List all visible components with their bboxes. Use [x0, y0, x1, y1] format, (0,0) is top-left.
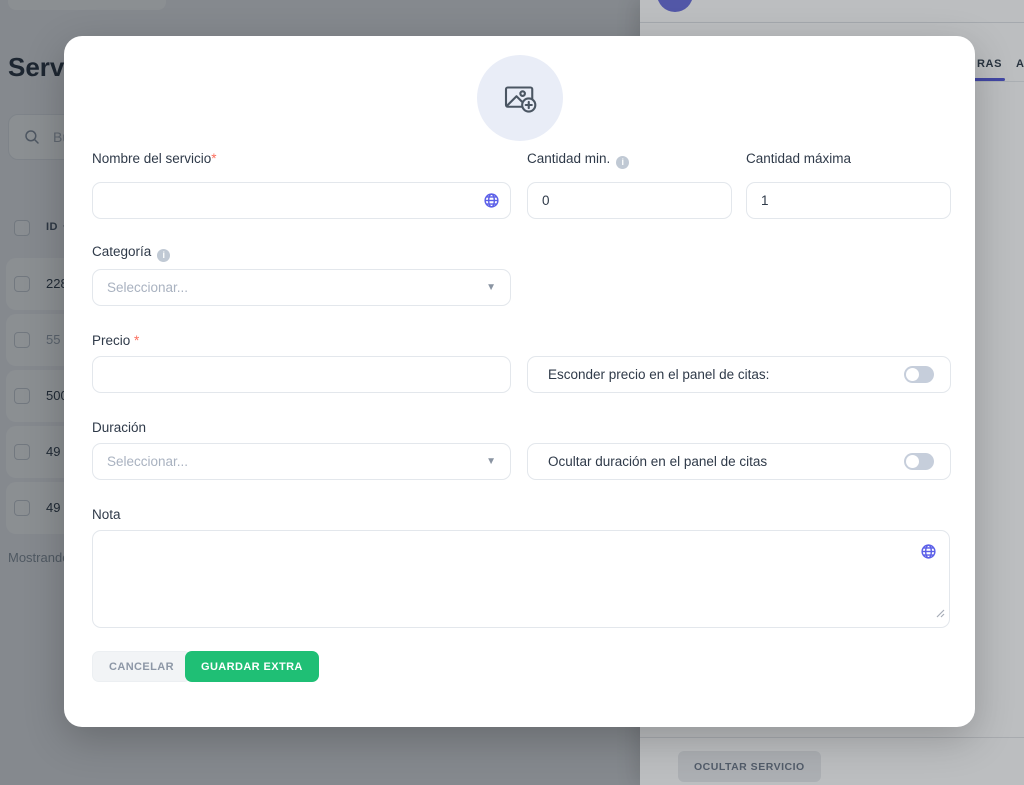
category-placeholder: Seleccionar... — [107, 280, 188, 295]
duration-select[interactable]: Seleccionar... ▼ — [92, 443, 511, 480]
translate-globe-icon[interactable] — [920, 543, 937, 565]
price-label: Precio * — [92, 333, 139, 348]
min-quantity-label: Cantidad min.i — [527, 151, 629, 169]
hide-price-label: Esconder precio en el panel de citas: — [548, 367, 769, 382]
hide-price-row: Esconder precio en el panel de citas: — [527, 356, 951, 393]
note-label: Nota — [92, 507, 121, 522]
service-name-input[interactable] — [92, 182, 511, 219]
save-extra-button[interactable]: GUARDAR EXTRA — [185, 651, 319, 682]
toggle-knob — [906, 455, 919, 468]
info-icon[interactable]: i — [616, 156, 629, 169]
min-quantity-input[interactable] — [527, 182, 732, 219]
upload-image-button[interactable] — [477, 55, 563, 141]
category-select[interactable]: Seleccionar... ▼ — [92, 269, 511, 306]
max-quantity-label: Cantidad máxima — [746, 151, 851, 166]
info-icon[interactable]: i — [157, 249, 170, 262]
category-label: Categoríai — [92, 244, 170, 262]
resize-handle-icon[interactable] — [935, 605, 945, 623]
required-asterisk: * — [134, 333, 139, 348]
required-asterisk: * — [211, 151, 216, 166]
hide-duration-label: Ocultar duración en el panel de citas — [548, 454, 767, 469]
cancel-button[interactable]: CANCELAR — [92, 651, 191, 682]
max-quantity-input[interactable] — [746, 182, 951, 219]
chevron-down-icon: ▼ — [486, 456, 496, 467]
service-name-label: Nombre del servicio* — [92, 151, 217, 166]
hide-duration-row: Ocultar duración en el panel de citas — [527, 443, 951, 480]
duration-placeholder: Seleccionar... — [107, 454, 188, 469]
price-input[interactable] — [92, 356, 511, 393]
hide-price-toggle[interactable] — [904, 366, 934, 383]
chevron-down-icon: ▼ — [486, 282, 496, 293]
translate-globe-icon[interactable] — [483, 192, 500, 214]
duration-label: Duración — [92, 420, 146, 435]
hide-duration-toggle[interactable] — [904, 453, 934, 470]
add-extra-modal: Nombre del servicio* Cantidad min.i Cant… — [64, 36, 975, 727]
note-textarea[interactable] — [92, 530, 950, 628]
add-image-icon — [499, 77, 541, 119]
toggle-knob — [906, 368, 919, 381]
